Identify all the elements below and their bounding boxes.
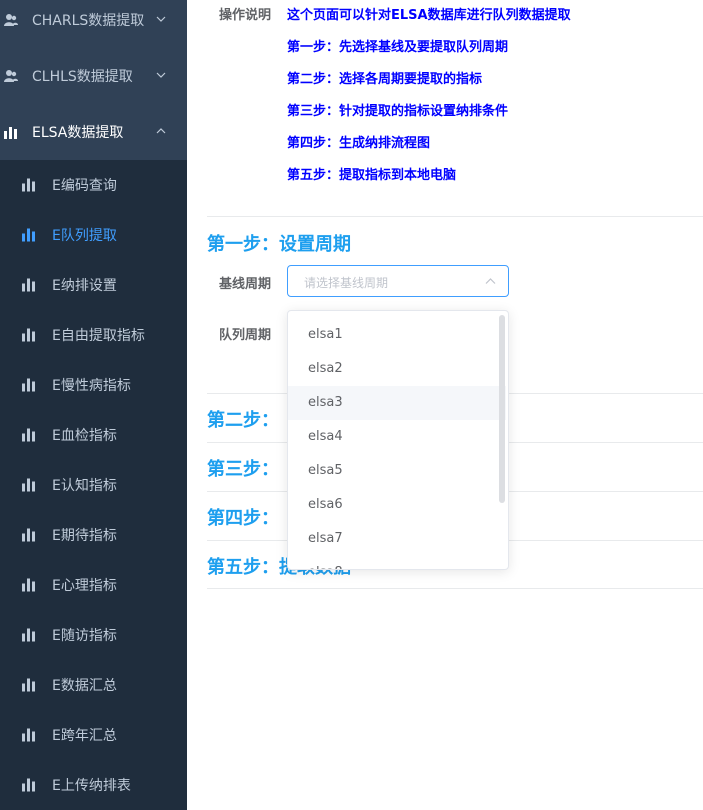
bar-chart-icon [4,127,17,139]
baseline-period-select[interactable]: 请选择基线周期 [287,265,509,297]
sidebar-group-label: CLHLS数据提取 [32,69,133,85]
sidebar-item-e-code-query[interactable]: E编码查询 [0,160,187,210]
sidebar-group-label: ELSA数据提取 [32,125,124,141]
sidebar-item-label: E心理指标 [52,578,117,594]
bar-chart-icon [22,778,35,792]
bar-chart-icon [22,278,35,292]
dropdown-scrollbar[interactable] [499,315,505,503]
sidebar-item-e-followup[interactable]: E随访指标 [0,610,187,660]
bar-chart-icon [22,478,35,492]
sidebar-item-e-data-summary[interactable]: E数据汇总 [0,660,187,710]
dropdown-option[interactable]: elsa3 [288,386,506,420]
divider [207,588,703,589]
sidebar-item-label: E自由提取指标 [52,328,145,344]
sidebar-item-label: E跨年汇总 [52,728,117,744]
instruction-line: 第四步：生成纳排流程图 [287,136,431,151]
step2-title: 第二步： [207,410,279,431]
sidebar-group-clhls[interactable]: CLHLS数据提取 [0,48,187,104]
sidebar-item-e-chronic[interactable]: E慢性病指标 [0,360,187,410]
sidebar-item-e-inclusion-settings[interactable]: E纳排设置 [0,260,187,310]
main-content: 操作说明 这个页面可以针对ELSA数据库进行队列数据提取 第一步：先选择基线及要… [187,0,703,802]
bar-chart-icon [22,728,35,742]
chevron-down-icon [156,72,166,78]
sidebar-item-label: E数据汇总 [52,678,117,694]
sidebar-item-e-cognition[interactable]: E认知指标 [0,460,187,510]
sidebar-item-label: E血检指标 [52,428,117,444]
bar-chart-icon [22,428,35,442]
sidebar: CHARLS数据提取 CLHLS数据提取 ELSA数据提取 E编码查询 E队列提… [0,0,187,810]
instructions-label: 操作说明 [219,8,272,23]
user-group-icon [4,14,18,26]
user-group-icon [4,70,18,82]
baseline-period-dropdown: elsa1 elsa2 elsa3 elsa4 elsa5 elsa6 elsa… [287,310,509,570]
sidebar-item-e-psychology[interactable]: E心理指标 [0,560,187,610]
bar-chart-icon [22,578,35,592]
chevron-up-icon [156,128,166,134]
sidebar-item-e-expectation[interactable]: E期待指标 [0,510,187,560]
sidebar-item-label: E认知指标 [52,478,117,494]
instruction-line: 这个页面可以针对ELSA数据库进行队列数据提取 [287,8,571,23]
bar-chart-icon [22,228,35,242]
chevron-down-icon [156,16,166,22]
baseline-period-placeholder: 请选择基线周期 [304,276,389,290]
dropdown-option[interactable]: elsa6 [288,488,506,522]
step3-title: 第三步： [207,459,279,480]
dropdown-option[interactable]: elsa5 [288,454,506,488]
instruction-line: 第一步：先选择基线及要提取队列周期 [287,40,509,55]
dropdown-option[interactable]: elsa8 [288,556,506,569]
sidebar-item-label: E队列提取 [52,228,117,244]
sidebar-item-e-upload[interactable]: E上传纳排表 [0,760,187,810]
bar-chart-icon [22,178,35,192]
dropdown-option[interactable]: elsa7 [288,522,506,556]
bar-chart-icon [22,528,35,542]
cohort-period-label: 队列周期 [219,328,272,343]
instruction-line: 第五步：提取指标到本地电脑 [287,168,457,183]
sidebar-item-label: E随访指标 [52,628,117,644]
sidebar-item-e-cohort-extract[interactable]: E队列提取 [0,210,187,260]
bar-chart-icon [22,628,35,642]
sidebar-item-label: E期待指标 [52,528,117,544]
step4-title: 第四步： [207,508,279,529]
step5-prefix: 第五步： [207,557,279,578]
baseline-period-label: 基线周期 [219,277,272,292]
sidebar-group-label: CHARLS数据提取 [32,13,145,29]
sidebar-item-e-cross-year[interactable]: E跨年汇总 [0,710,187,760]
sidebar-item-label: E上传纳排表 [52,778,131,794]
step1-title: 第一步：设置周期 [207,234,351,255]
sidebar-item-label: E慢性病指标 [52,378,131,394]
chevron-up-icon [485,278,496,284]
instruction-line: 第三步：针对提取的指标设置纳排条件 [287,104,509,119]
dropdown-option[interactable]: elsa2 [288,352,506,386]
sidebar-item-e-blood-test[interactable]: E血检指标 [0,410,187,460]
sidebar-item-label: E纳排设置 [52,278,117,294]
dropdown-option[interactable]: elsa4 [288,420,506,454]
sidebar-item-label: E编码查询 [52,178,117,194]
bar-chart-icon [22,678,35,692]
sidebar-item-e-free-extract[interactable]: E自由提取指标 [0,310,187,360]
divider [207,216,703,217]
bar-chart-icon [22,378,35,392]
bar-chart-icon [22,328,35,342]
sidebar-group-elsa[interactable]: ELSA数据提取 [0,104,187,160]
sidebar-group-charls[interactable]: CHARLS数据提取 [0,0,187,48]
instruction-line: 第二步：选择各周期要提取的指标 [287,72,483,87]
dropdown-option[interactable]: elsa1 [288,318,506,352]
